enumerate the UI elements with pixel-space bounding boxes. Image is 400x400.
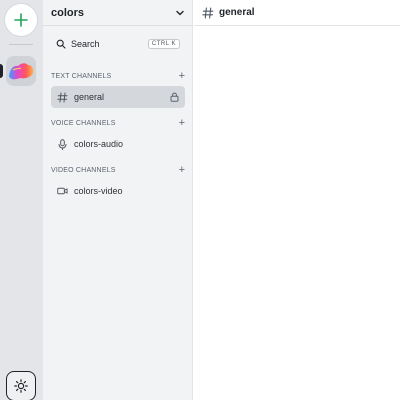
server-icon-colors[interactable]	[6, 56, 36, 86]
selected-server-indicator	[0, 64, 3, 78]
add-text-channel-icon[interactable]: +	[179, 71, 185, 82]
colorful-blob-icon	[9, 63, 34, 80]
category-title: VIDEO CHANNELS	[51, 166, 116, 174]
plus-icon	[14, 13, 28, 27]
server-name: colors	[51, 6, 85, 19]
category-text-channels[interactable]: TEXT CHANNELS +	[51, 70, 185, 82]
chevron-down-icon	[176, 10, 184, 15]
category-title: TEXT CHANNELS	[51, 72, 112, 80]
channel-colors-video[interactable]: colors-video	[51, 180, 185, 202]
channel-label: colors-video	[74, 186, 123, 196]
channel-label: general	[74, 92, 105, 102]
hash-icon	[202, 7, 214, 18]
rail-divider	[9, 44, 33, 45]
search-label: Search	[71, 39, 100, 49]
add-server-button[interactable]	[5, 4, 37, 36]
add-voice-channel-icon[interactable]: +	[179, 118, 185, 129]
category-title: VOICE CHANNELS	[51, 119, 116, 127]
search-button[interactable]: Search CTRL K	[51, 35, 185, 53]
server-rail	[0, 0, 43, 400]
channel-colors-audio[interactable]: colors-audio	[51, 133, 185, 155]
microphone-icon	[58, 138, 67, 150]
video-camera-icon	[57, 187, 68, 195]
category-voice-channels[interactable]: VOICE CHANNELS +	[51, 117, 185, 129]
category-video-channels[interactable]: VIDEO CHANNELS +	[51, 164, 185, 176]
channel-label: colors-audio	[74, 139, 124, 149]
server-header[interactable]: colors	[43, 0, 193, 26]
channel-sidebar: colors Search CTRL K TEXT CHANNELS + gen…	[43, 0, 193, 400]
lock-icon	[170, 92, 179, 102]
hash-icon	[57, 92, 68, 102]
channel-title: general	[219, 7, 255, 18]
search-icon	[56, 39, 66, 49]
channel-general[interactable]: general	[51, 86, 185, 108]
search-shortcut-badge: CTRL K	[147, 39, 180, 49]
channel-header: general	[194, 0, 400, 26]
sun-gear-icon	[14, 379, 28, 393]
add-video-channel-icon[interactable]: +	[179, 165, 185, 176]
settings-button[interactable]	[6, 371, 36, 400]
